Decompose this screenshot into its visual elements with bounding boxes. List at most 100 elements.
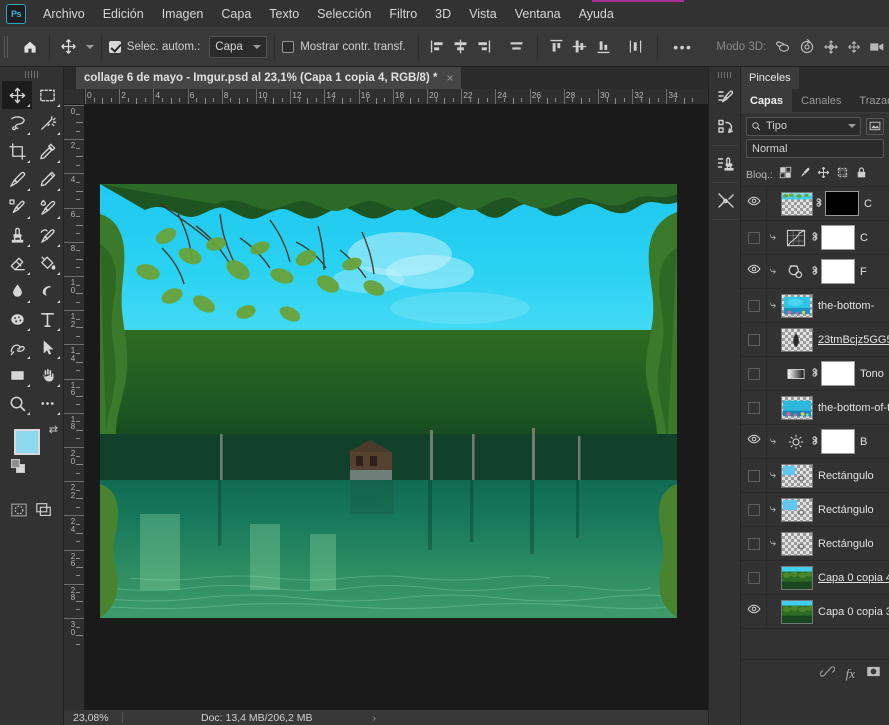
layer-name[interactable]: the-bottom-of-th: [818, 402, 889, 414]
dodge-tool[interactable]: [32, 277, 62, 305]
layer-name[interactable]: the-bottom-: [818, 300, 889, 312]
layer-thumbnail[interactable]: [781, 191, 813, 216]
paint-bucket-tool[interactable]: [32, 249, 62, 277]
layer-name[interactable]: Capa 0 copia 3: [818, 606, 889, 618]
adjustment-layer-icon[interactable]: [783, 261, 809, 283]
layer-row[interactable]: Tono: [741, 356, 889, 391]
layer-mask-thumbnail[interactable]: [821, 361, 855, 386]
rail-grip[interactable]: [718, 72, 731, 78]
link-layers-icon[interactable]: [819, 664, 836, 684]
layer-visibility-toggle[interactable]: [741, 560, 767, 595]
layer-row[interactable]: Capa 0 copia 3: [741, 594, 889, 629]
menu-item-edicion[interactable]: Edición: [94, 3, 153, 25]
magic-wand-tool[interactable]: [32, 109, 62, 137]
layer-row[interactable]: 23tmBcjz5GG52: [741, 322, 889, 357]
layer-list[interactable]: C⤷C⤷F⤷the-bottom-23tmBcjz5GG52Tonothe-bo…: [741, 187, 889, 659]
link-mask-icon[interactable]: [809, 230, 820, 246]
layer-thumbnail[interactable]: [781, 395, 813, 420]
menu-item-vista[interactable]: Vista: [460, 3, 506, 25]
tool-presets-icon[interactable]: [709, 186, 742, 216]
layer-row[interactable]: ⤷ Rectángulo: [741, 526, 889, 561]
move-tool-icon[interactable]: [57, 34, 80, 60]
clone-stamp-tool[interactable]: [2, 221, 32, 249]
rectangular-marquee-tool[interactable]: [32, 81, 62, 109]
layer-name[interactable]: C: [864, 198, 889, 210]
screen-mode-icon[interactable]: [32, 499, 56, 521]
layer-visibility-eye-icon[interactable]: [741, 424, 767, 459]
menu-item-ayuda[interactable]: Ayuda: [570, 3, 623, 25]
close-icon[interactable]: ×: [446, 71, 453, 85]
tab-trazados[interactable]: Trazados: [850, 89, 889, 112]
align-horizontal-centers-icon[interactable]: [449, 34, 472, 60]
lock-image-pixels-icon[interactable]: [798, 166, 811, 184]
add-layer-style-icon[interactable]: fx: [846, 666, 855, 682]
lock-position-icon[interactable]: [817, 166, 830, 184]
layer-name[interactable]: 23tmBcjz5GG52: [818, 334, 889, 346]
layer-visibility-toggle[interactable]: [741, 322, 767, 357]
layer-thumbnail[interactable]: [781, 599, 813, 624]
sponge-tool[interactable]: [2, 305, 32, 333]
history-brush-tool[interactable]: [32, 221, 62, 249]
menu-item-capa[interactable]: Capa: [212, 3, 260, 25]
history-icon[interactable]: [709, 112, 742, 142]
layer-thumbnail[interactable]: [781, 565, 813, 590]
layer-visibility-eye-icon[interactable]: [741, 594, 767, 629]
layer-thumbnail[interactable]: [781, 327, 813, 352]
menu-item-seleccion[interactable]: Selección: [308, 3, 380, 25]
layer-name[interactable]: Rectángulo: [818, 504, 889, 516]
more-options-button[interactable]: •••: [673, 39, 692, 55]
layer-name[interactable]: Tono: [860, 368, 889, 380]
adjustment-layer-icon[interactable]: [783, 431, 809, 453]
link-mask-icon[interactable]: [809, 366, 820, 382]
pixel-layer-filter-icon[interactable]: [866, 117, 884, 135]
layer-row[interactable]: ⤷ Rectángulo: [741, 492, 889, 527]
roll-3d-icon[interactable]: [796, 34, 819, 60]
auto-select-checkbox[interactable]: [108, 40, 121, 53]
vertical-ruler[interactable]: 024681012141618202224262830: [64, 105, 85, 714]
adjustment-layer-icon[interactable]: [783, 227, 809, 249]
zoom-level[interactable]: 23,08%: [64, 712, 122, 724]
swap-colors-icon[interactable]: ⇄: [49, 423, 58, 436]
tab-canales[interactable]: Canales: [792, 89, 850, 112]
pen-tool[interactable]: [2, 333, 32, 361]
layer-mask-thumbnail[interactable]: [825, 191, 859, 216]
zoom-tool[interactable]: [2, 389, 32, 417]
layer-row[interactable]: ⤷ Rectángulo: [741, 458, 889, 493]
lasso-tool[interactable]: [2, 109, 32, 137]
layer-name[interactable]: B: [860, 436, 889, 448]
add-layer-mask-icon[interactable]: [866, 664, 881, 684]
layer-row[interactable]: ⤷ C: [741, 220, 889, 255]
show-transform-controls-checkbox[interactable]: [282, 40, 295, 53]
menu-item-filtro[interactable]: Filtro: [380, 3, 426, 25]
layer-thumbnail[interactable]: [781, 293, 813, 318]
menu-item-texto[interactable]: Texto: [260, 3, 308, 25]
lock-transparent-pixels-icon[interactable]: [779, 166, 792, 184]
eraser-tool[interactable]: [2, 249, 32, 277]
menu-item-ventana[interactable]: Ventana: [506, 3, 570, 25]
layer-visibility-toggle[interactable]: [741, 458, 767, 493]
blend-mode-dropdown[interactable]: Normal: [746, 139, 884, 158]
tools-panel-grip[interactable]: [24, 71, 39, 78]
layer-visibility-eye-icon[interactable]: [741, 187, 767, 221]
horizontal-ruler[interactable]: 0 2 4 6 8 10 12 14 16 18 20 22 24 26 28 30 32 34: [85, 89, 708, 105]
tool-preset-chevron-down-icon[interactable]: [85, 44, 94, 49]
layer-visibility-toggle[interactable]: [741, 492, 767, 527]
home-icon[interactable]: [18, 34, 41, 60]
align-left-edges-icon[interactable]: [426, 34, 449, 60]
adjustment-layer-icon[interactable]: [783, 363, 809, 385]
type-tool[interactable]: [32, 305, 62, 333]
layer-thumbnail[interactable]: [781, 463, 813, 488]
layer-visibility-toggle[interactable]: [741, 356, 767, 391]
menu-item-archivo[interactable]: Archivo: [34, 3, 94, 25]
status-expand-icon[interactable]: ›: [372, 712, 376, 724]
ruler-origin[interactable]: [64, 89, 85, 105]
link-mask-icon[interactable]: [809, 434, 820, 450]
layer-mask-thumbnail[interactable]: [821, 429, 855, 454]
layer-name[interactable]: Rectángulo: [818, 470, 889, 482]
layer-thumbnail[interactable]: [781, 497, 813, 522]
tab-capas[interactable]: Capas: [741, 89, 793, 112]
distribute-horizontal-icon[interactable]: [505, 34, 528, 60]
canvas-area[interactable]: 0 2 4 6 8 10 12 14 16 18 20 22 24 26 28 30 32 34 02468101…: [64, 89, 708, 714]
layer-row[interactable]: C: [741, 187, 889, 221]
align-bottom-edges-icon[interactable]: [592, 34, 615, 60]
